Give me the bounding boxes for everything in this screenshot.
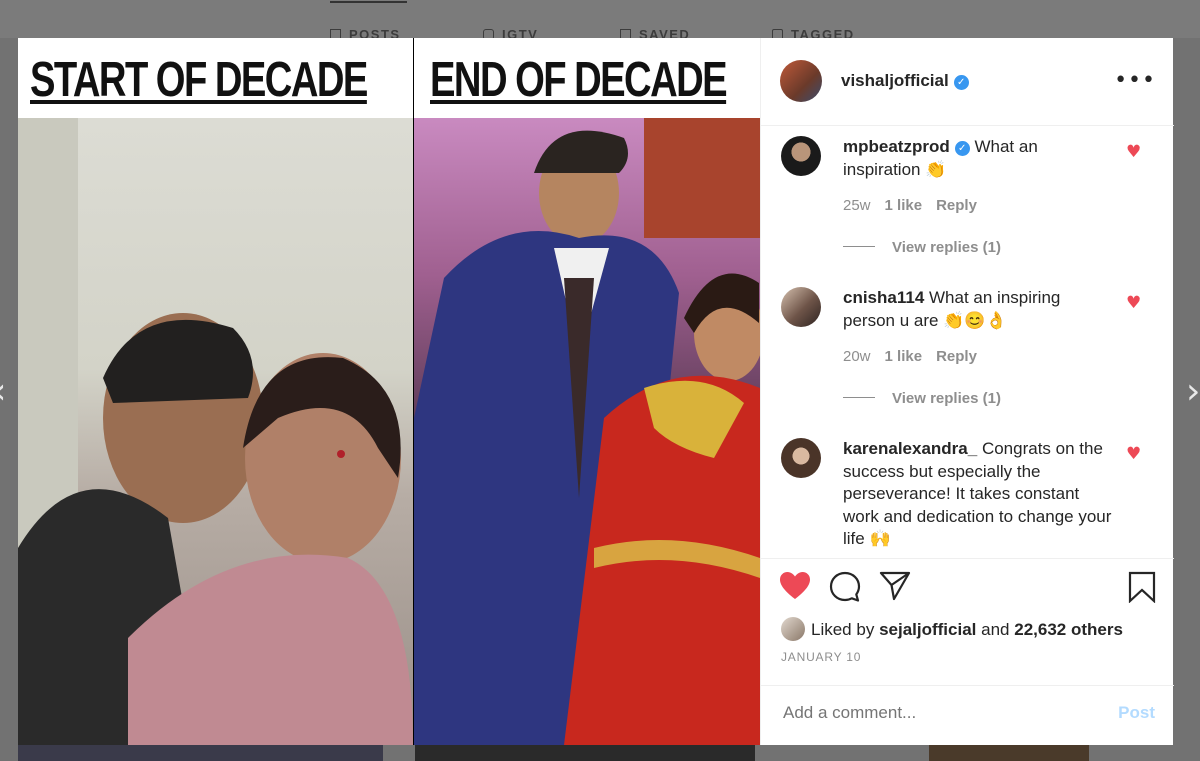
- reply-button[interactable]: Reply: [936, 197, 977, 214]
- profile-tabs-backdrop: POSTS IGTV SAVED TAGGED: [0, 0, 1200, 42]
- photo-figures-end: [414, 118, 760, 745]
- comment-like-heart-icon[interactable]: ♥: [1126, 294, 1144, 312]
- view-replies-button[interactable]: View replies (1): [843, 390, 1001, 407]
- view-replies-label: View replies (1): [892, 390, 1001, 407]
- post-comment-button[interactable]: Post: [1118, 703, 1155, 723]
- liked-by-summary: Liked by sejaljofficial and 22,632 other…: [781, 617, 1123, 641]
- share-send-icon[interactable]: [879, 571, 911, 601]
- caption-banner-start: START OF DECADE: [18, 38, 413, 118]
- verified-badge-icon: ✓: [953, 75, 969, 90]
- prev-post-arrow-icon[interactable]: ‹: [0, 372, 12, 412]
- replies-divider: [843, 397, 875, 398]
- grid-thumbnail[interactable]: [18, 745, 383, 761]
- commenter-avatar[interactable]: [781, 438, 821, 478]
- view-replies-button[interactable]: View replies (1): [843, 239, 1001, 256]
- verified-badge-icon: ✓: [954, 141, 970, 156]
- comment-text: karenalexandra_ Congrats on the success …: [843, 438, 1113, 551]
- save-bookmark-icon[interactable]: [1128, 571, 1156, 603]
- post-date[interactable]: JANUARY 10: [781, 650, 861, 664]
- post-header: vishaljofficial ✓ •••: [761, 38, 1174, 126]
- comment-like-heart-icon[interactable]: ♥: [1126, 143, 1144, 161]
- comment-like-heart-icon[interactable]: ♥: [1126, 445, 1144, 463]
- comment-input[interactable]: [781, 702, 1085, 724]
- grid-thumbnail[interactable]: [929, 745, 1089, 761]
- comments-list: mpbeatzprod ✓ What an inspiration 👏 ♥ 25w…: [761, 126, 1174, 558]
- commenter-avatar[interactable]: [781, 136, 821, 176]
- caption-banner-end: END OF DECADE: [414, 38, 760, 118]
- add-comment-bar: Post: [761, 685, 1174, 745]
- liker-avatar[interactable]: [781, 617, 805, 641]
- comment-bubble-icon[interactable]: [829, 571, 861, 603]
- comment-like-count[interactable]: 1 like: [885, 197, 923, 214]
- photo-figures-start: [18, 118, 413, 745]
- owner-username[interactable]: vishaljofficial: [841, 71, 949, 90]
- photo-scene-start: [18, 118, 413, 745]
- likes-count[interactable]: 22,632 others: [1014, 620, 1123, 639]
- post-photo[interactable]: START OF DECADE END OF DECADE: [18, 38, 760, 745]
- reply-button[interactable]: Reply: [936, 348, 977, 365]
- post-modal: START OF DECADE END OF DECADE vishaljoff…: [18, 38, 1174, 745]
- photo-panel-start: START OF DECADE: [18, 38, 413, 745]
- comment-text: mpbeatzprod ✓ What an inspiration 👏: [843, 136, 1113, 181]
- comment-meta: 25w 1 like Reply: [843, 197, 991, 214]
- liked-by-prefix: Liked by: [811, 620, 875, 639]
- caption-end-of-decade: END OF DECADE: [430, 53, 728, 107]
- next-post-arrow-icon[interactable]: ›: [1186, 372, 1200, 412]
- commenter-avatar[interactable]: [781, 287, 821, 327]
- grid-thumbnail[interactable]: [415, 745, 755, 761]
- replies-divider: [843, 246, 875, 247]
- more-options-icon[interactable]: •••: [1114, 68, 1156, 93]
- like-heart-icon[interactable]: [779, 571, 811, 601]
- view-replies-label: View replies (1): [892, 239, 1001, 256]
- owner-username-row: vishaljofficial ✓: [841, 71, 969, 91]
- liked-by-user[interactable]: sejaljofficial: [879, 620, 976, 639]
- comment-meta: 20w 1 like Reply: [843, 348, 991, 365]
- photo-scene-end: [414, 118, 760, 745]
- comment-age: 25w: [843, 197, 871, 214]
- photo-panel-end: END OF DECADE: [414, 38, 760, 745]
- posts-tab-indicator: [330, 1, 407, 3]
- caption-start-of-decade: START OF DECADE: [30, 53, 368, 107]
- comment-like-count[interactable]: 1 like: [885, 348, 923, 365]
- comment-text: cnisha114 What an inspiring person u are…: [843, 287, 1113, 332]
- comment-age: 20w: [843, 348, 871, 365]
- comment-username[interactable]: karenalexandra_: [843, 439, 977, 458]
- liked-by-and: and: [981, 620, 1010, 639]
- comment-username[interactable]: cnisha114: [843, 288, 924, 307]
- post-sidebar: vishaljofficial ✓ ••• mpbeatzprod ✓ What a…: [760, 38, 1174, 745]
- post-actions: Liked by sejaljofficial and 22,632 other…: [761, 558, 1174, 698]
- owner-avatar[interactable]: [780, 60, 822, 102]
- comment-username[interactable]: mpbeatzprod: [843, 137, 950, 156]
